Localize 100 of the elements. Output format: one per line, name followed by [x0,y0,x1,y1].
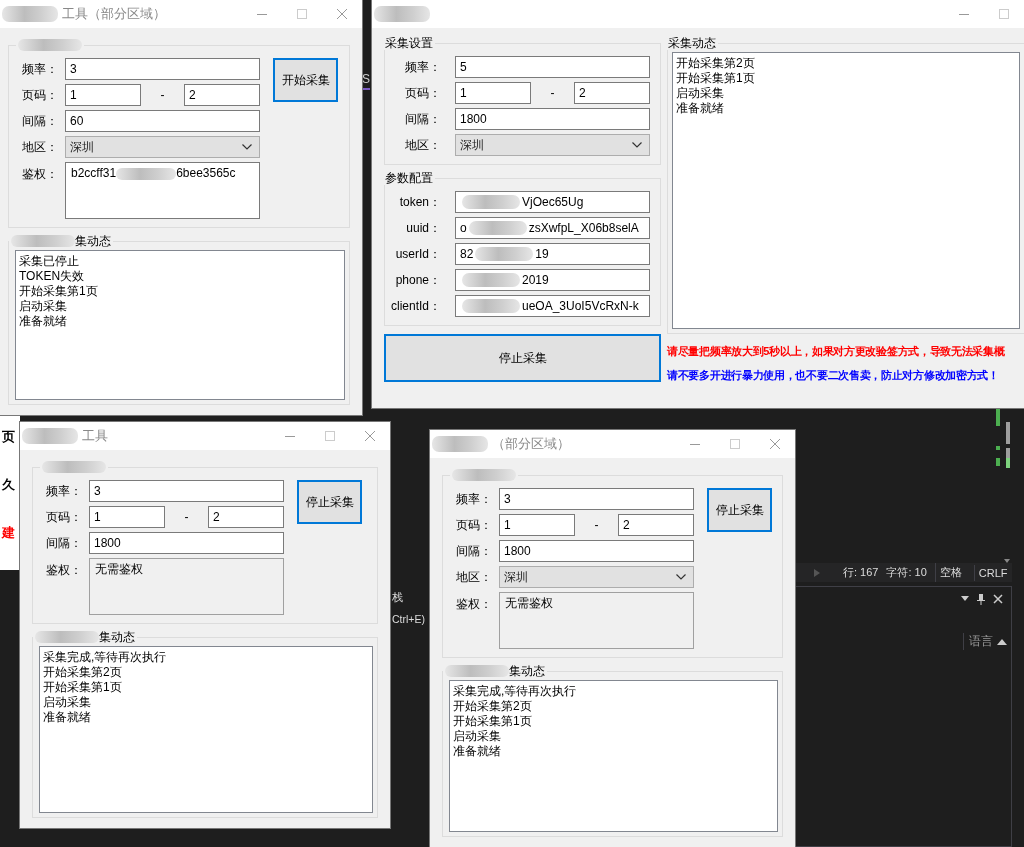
input-field[interactable]: 2 [184,84,260,106]
input-field[interactable]: 1800 [89,532,284,554]
log-entry: 准备就绪 [676,101,725,116]
log-entry: 开始采集第1页 [43,680,123,695]
log-list[interactable]: 采集已停止 TOKEN失效 开始采集第1页 启动采集 准备就绪 [15,250,345,400]
group-title: 集动态 [75,232,111,250]
text-fragment: 页 [1,430,15,444]
input-field[interactable]: 1 [89,506,165,528]
maximize-icon [297,9,307,19]
log-list[interactable]: 采集完成,等待再次执行 开始采集第2页 开始采集第1页 启动采集 准备就绪 [39,646,373,813]
group-title: 集动态 [509,662,545,680]
status-text: 字符: 10 [886,565,927,580]
blur-mask [11,235,75,247]
dropdown[interactable]: 深圳 [65,136,260,158]
input-field[interactable]: 2 [574,82,650,104]
window-title: 工具（部分区域） [62,5,166,23]
close-icon [993,594,1003,604]
blur-mask [2,6,58,22]
status-text: 行: 167 [843,565,879,580]
field-label: 频率： [46,482,83,500]
range-separator: - [183,510,190,524]
close-icon [365,431,375,441]
blur-mask [445,665,509,677]
log-entry: 准备就绪 [43,710,92,725]
dropdown[interactable]: 深圳 [455,134,650,156]
blur-mask [432,436,488,452]
field-label: uuid： [405,219,441,237]
input-field[interactable]: 1800 [499,540,694,562]
text-area: 无需鉴权 [499,592,694,649]
text-fragment: 建 [0,526,15,540]
input-field[interactable]: 1 [499,514,575,536]
status-text[interactable]: CRLF [973,564,1012,581]
field-label: 间隔： [456,542,493,560]
input-field[interactable]: 2 [618,514,694,536]
blur-mask [18,39,82,51]
input-field[interactable]: 1 [455,82,531,104]
action-button[interactable]: 停止采集 [297,480,362,524]
field-label: 间隔： [46,534,83,552]
input-field[interactable]: ueOA_3UoI5VcRxN-k [455,295,650,317]
sort-up-icon [997,638,1007,645]
log-entry: 采集已停止 [19,254,80,269]
input-field[interactable]: 2 [208,506,284,528]
log-entry: 采集完成,等待再次执行 [43,650,168,665]
log-entry: 开始采集第2页 [43,665,123,680]
log-list[interactable]: 开始采集第2页 开始采集第1页 启动采集 准备就绪 [672,52,1020,329]
input-field[interactable]: 1800 [455,108,650,130]
field-label: 频率： [404,58,441,76]
log-entry: 启动采集 [19,299,68,314]
range-separator: - [593,518,600,532]
blur-mask [462,299,520,313]
text-area: 无需鉴权 [89,558,284,615]
log-entry: 采集完成,等待再次执行 [453,684,578,699]
log-entry: 开始采集第2页 [676,56,756,71]
maximize-icon [999,9,1009,19]
action-button[interactable]: 开始采集 [273,58,338,102]
input-field[interactable]: 60 [65,110,260,132]
blur-mask [42,461,106,473]
input-field[interactable]: 2019 [455,269,650,291]
log-entry: 准备就绪 [19,314,68,329]
range-separator: - [549,86,556,100]
status-text[interactable]: 空格 [934,563,966,582]
log-entry: 准备就绪 [453,744,502,759]
input-field[interactable]: 5 [455,56,650,78]
column-header[interactable]: 语言 [969,633,993,650]
panel-text: Ctrl+E) [392,612,425,626]
input-field[interactable]: o zsXwfpL_X06b8selA [455,217,650,239]
window-title: （部分区域） [492,435,570,453]
log-list[interactable]: 采集完成,等待再次执行 开始采集第2页 开始采集第1页 启动采集 准备就绪 [449,680,778,832]
action-button[interactable]: 停止采集 [384,334,661,382]
blur-mask [462,195,520,209]
input-field[interactable]: 3 [499,488,694,510]
input-field[interactable]: 1 [65,84,141,106]
blur-mask [116,167,177,180]
field-label: 频率： [22,60,59,78]
notice-text: 请尽量把频率放大到5秒以上，如果对方更改验签方式，导致无法采集概 [667,344,1005,358]
input-field[interactable]: 3 [65,58,260,80]
blur-mask [35,631,99,643]
log-entry: 启动采集 [43,695,92,710]
log-entry: 开始采集第2页 [453,699,533,714]
text-fragment: 久 [1,478,15,492]
notice-text: 请不要多开进行暴力使用，也不要二次售卖，防止对方修改加密方式！ [667,368,999,382]
field-label: 页码： [22,86,59,104]
blur-mask [462,273,520,287]
text-area[interactable]: b2ccff31 6bee3565c [65,162,260,219]
input-field[interactable]: 82 19 [455,243,650,265]
log-entry: 开始采集第1页 [453,714,533,729]
dropdown[interactable]: 深圳 [499,566,694,588]
action-button[interactable]: 停止采集 [707,488,772,532]
maximize-icon [325,431,335,441]
field-label: 频率： [456,490,493,508]
input-field[interactable]: VjOec65Ug [455,191,650,213]
field-label: 页码： [46,508,83,526]
field-label: userId： [394,245,441,263]
input-field[interactable]: 3 [89,480,284,502]
blur-mask [452,469,516,481]
panel-text: 栈 [392,590,404,604]
close-icon [337,9,347,19]
chevron-down-icon [242,144,252,150]
log-entry: 开始采集第1页 [676,71,756,86]
log-entry: 开始采集第1页 [19,284,99,299]
